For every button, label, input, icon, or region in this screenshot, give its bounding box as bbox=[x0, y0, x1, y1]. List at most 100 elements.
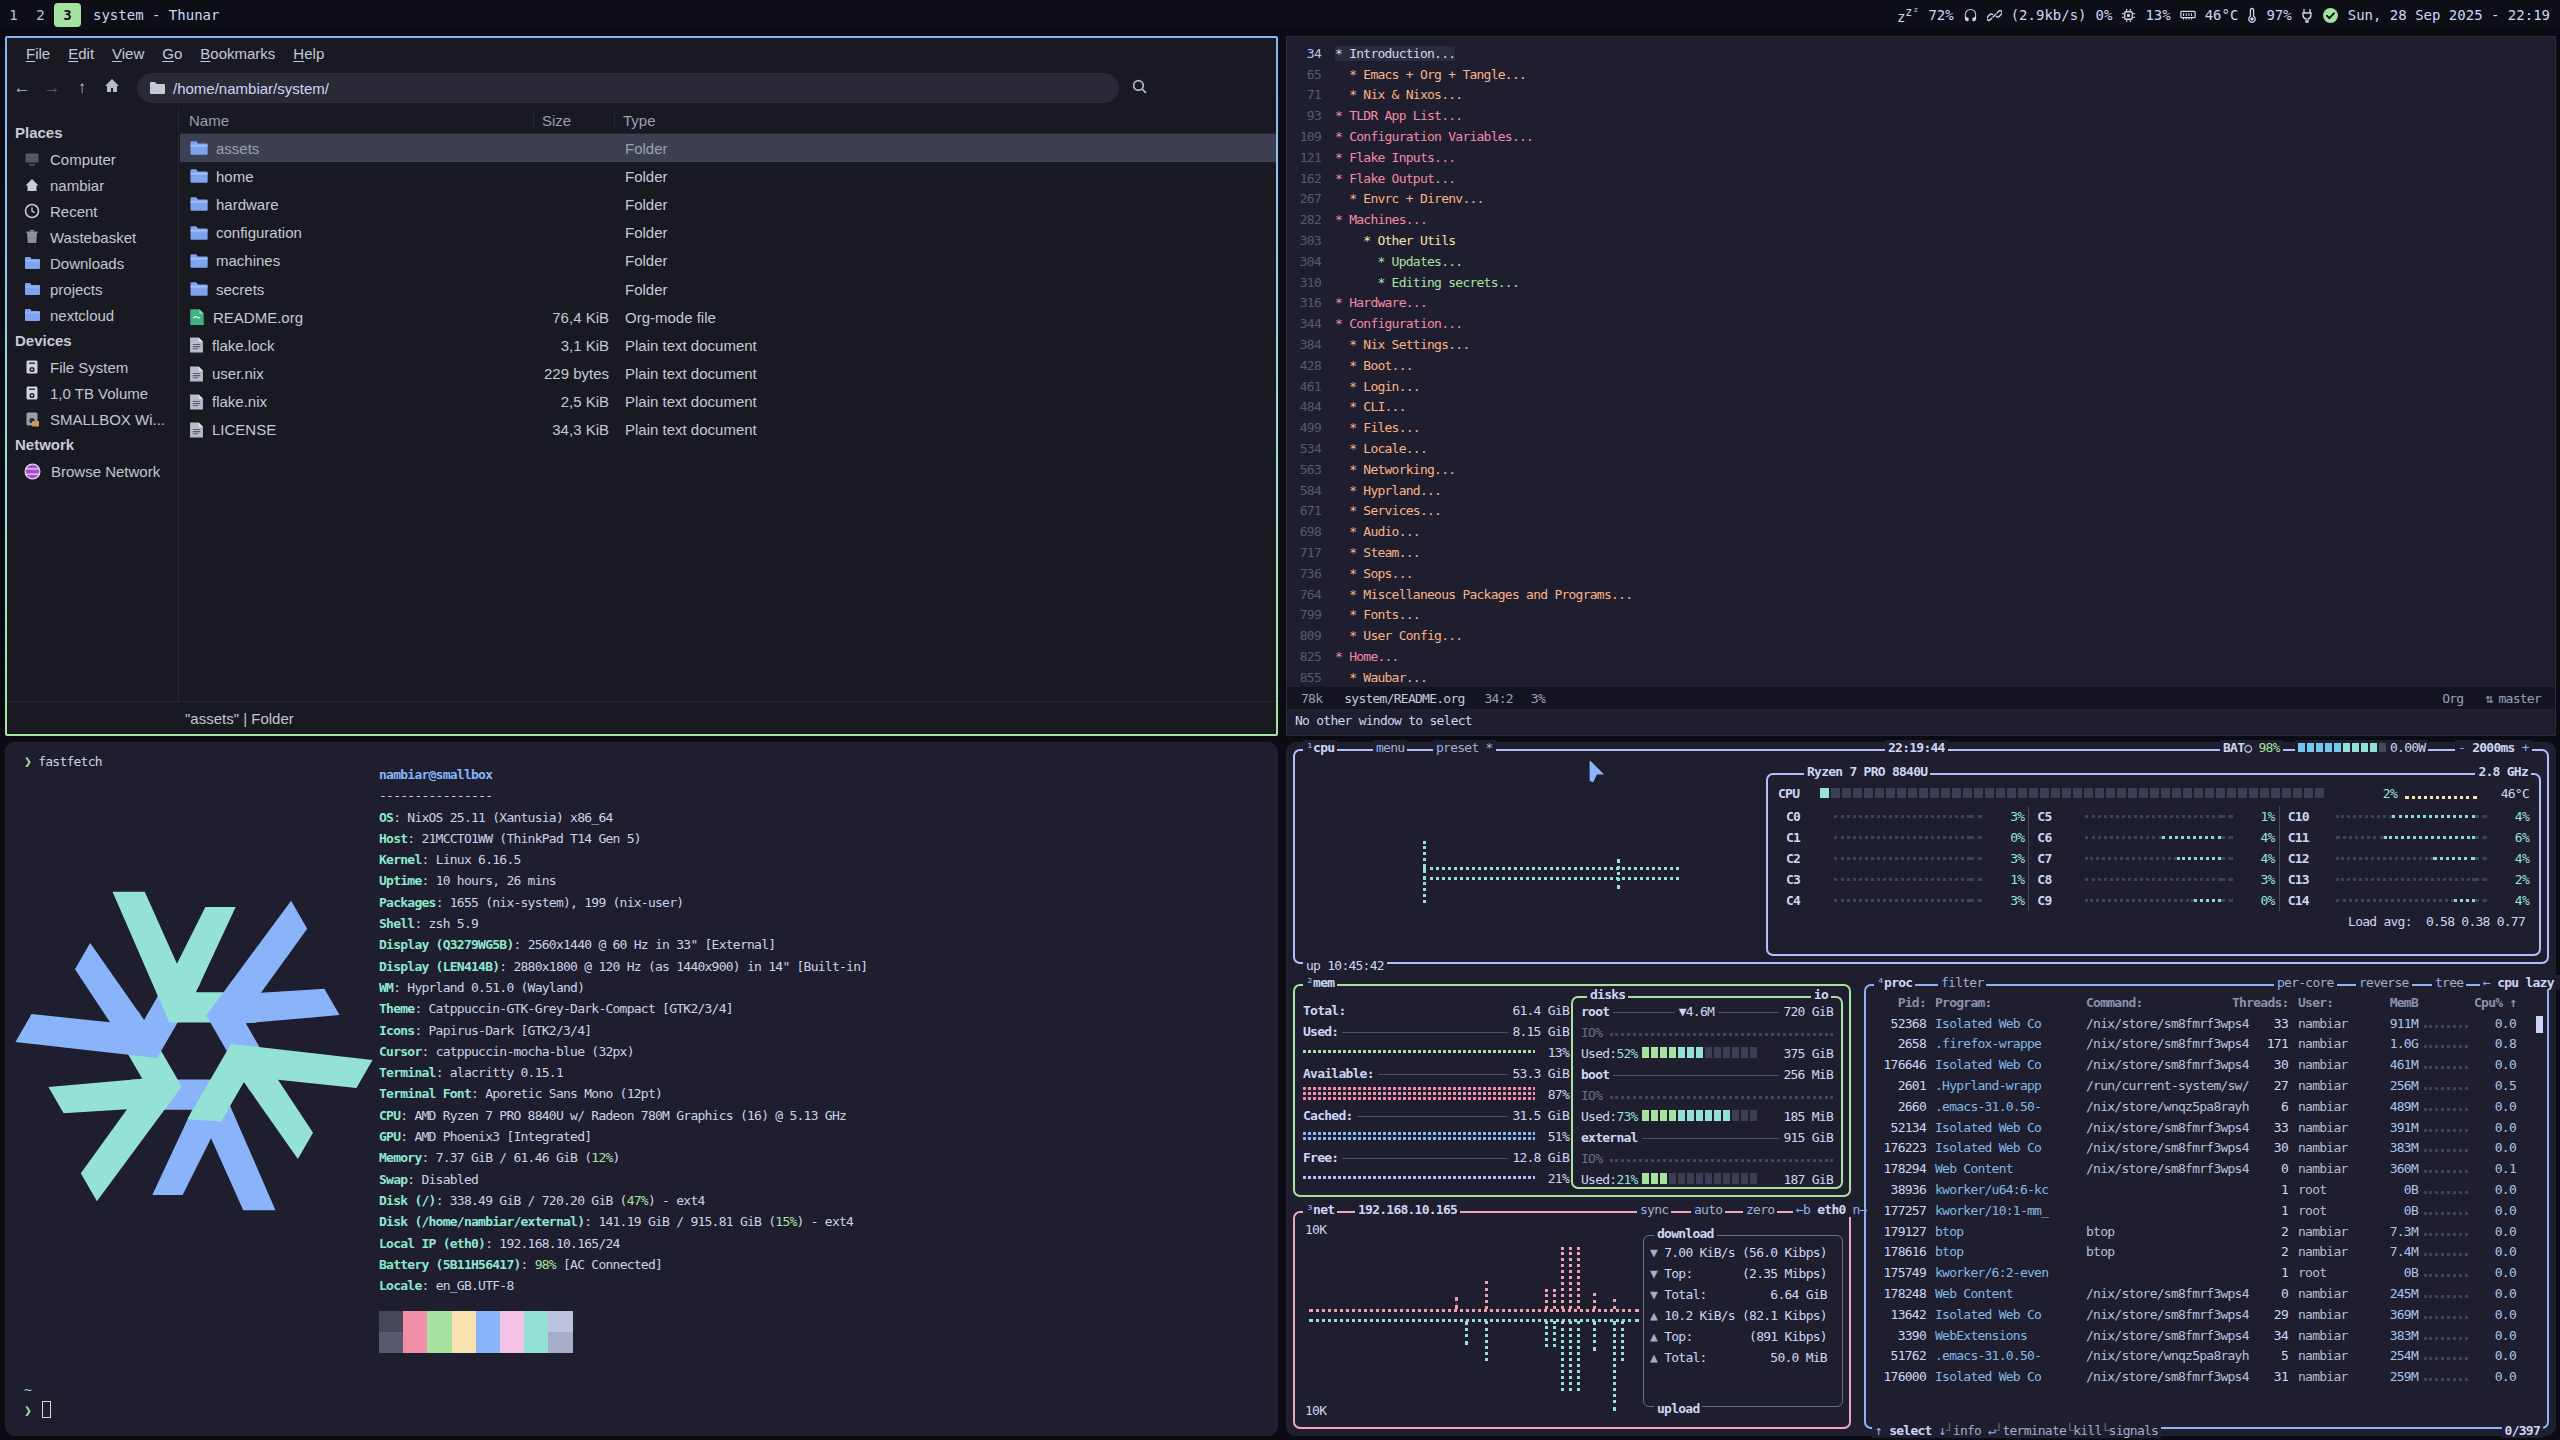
process-row[interactable]: 52368Isolated Web Co/nix/store/sm8fmrf3w… bbox=[1866, 1013, 2547, 1034]
org-heading[interactable]: 484 * CLI... bbox=[1287, 397, 2555, 418]
up-button[interactable]: ↑ bbox=[67, 78, 97, 98]
org-heading[interactable]: 764 * Miscellaneous Packages and Program… bbox=[1287, 584, 2555, 605]
org-heading[interactable]: 384 * Nix Settings... bbox=[1287, 334, 2555, 355]
network-icon[interactable] bbox=[1987, 8, 2002, 23]
menu-go[interactable]: Go bbox=[153, 45, 191, 62]
process-row[interactable]: 2658.firefox-wrappe/nix/store/sm8fmrf3wp… bbox=[1866, 1034, 2547, 1055]
menu-button[interactable]: menu bbox=[1373, 740, 1407, 755]
process-row[interactable]: 51762.emacs-31.0.50-/nix/store/wnqz5pa8r… bbox=[1866, 1346, 2547, 1367]
file-row-secrets[interactable]: secrets Folder bbox=[180, 275, 1276, 303]
workspace-3[interactable]: 3 bbox=[54, 3, 81, 27]
org-heading[interactable]: 282* Machines... bbox=[1287, 209, 2555, 230]
file-row-README.org[interactable]: README.org 76,4 KiBOrg-mode file bbox=[180, 303, 1276, 331]
org-heading[interactable]: 855 * Waubar... bbox=[1287, 667, 2555, 688]
org-heading[interactable]: 267 * Envrc + Direnv... bbox=[1287, 189, 2555, 210]
process-row[interactable]: 176223Isolated Web Co/nix/store/sm8fmrf3… bbox=[1866, 1138, 2547, 1159]
sidebar-item-1-0-tb-volume[interactable]: 1,0 TB Volume bbox=[7, 380, 178, 406]
sidebar-item-computer[interactable]: Computer bbox=[7, 146, 178, 172]
sidebar-item-nambiar[interactable]: nambiar bbox=[7, 172, 178, 198]
org-heading[interactable]: 316* Hardware... bbox=[1287, 293, 2555, 314]
process-row[interactable]: 2601.Hyprland-wrapp/run/current-system/s… bbox=[1866, 1075, 2547, 1096]
process-row[interactable]: 178248Web Content/nix/store/sm8fmrf3wps4… bbox=[1866, 1283, 2547, 1304]
net-auto-button[interactable]: auto bbox=[1691, 1202, 1725, 1217]
btop-window[interactable]: ¹cpu menu preset * 22:19:44 BAT○ 98% 0.0… bbox=[1286, 742, 2556, 1436]
sidebar-item-downloads[interactable]: Downloads bbox=[7, 250, 178, 276]
org-heading[interactable]: 461 * Login... bbox=[1287, 376, 2555, 397]
process-row[interactable]: 176000Isolated Web Co/nix/store/sm8fmrf3… bbox=[1866, 1366, 2547, 1387]
file-row-assets[interactable]: assets Folder bbox=[180, 134, 1276, 162]
menu-bookmarks[interactable]: Bookmarks bbox=[191, 45, 284, 62]
org-heading[interactable]: 65 * Emacs + Org + Tangle... bbox=[1287, 64, 2555, 85]
file-row-flake.nix[interactable]: flake.nix 2,5 KiBPlain text document bbox=[180, 388, 1276, 416]
org-heading[interactable]: 799 * Fonts... bbox=[1287, 605, 2555, 626]
net-sync-button[interactable]: sync bbox=[1637, 1202, 1671, 1217]
forward-button[interactable]: → bbox=[37, 78, 67, 98]
search-icon[interactable] bbox=[1131, 78, 1148, 98]
sidebar-item-wastebasket[interactable]: Wastebasket bbox=[7, 224, 178, 250]
org-heading[interactable]: 671 * Services... bbox=[1287, 501, 2555, 522]
path-bar[interactable]: /home/nambiar/system/ bbox=[137, 73, 1119, 103]
org-heading[interactable]: 303 * Other Utils bbox=[1287, 230, 2555, 251]
per-core-button[interactable]: per-core bbox=[2274, 975, 2337, 990]
process-row[interactable]: 3390WebExtensions/nix/store/sm8fmrf3wps4… bbox=[1866, 1325, 2547, 1346]
org-heading[interactable]: 304 * Updates... bbox=[1287, 251, 2555, 272]
sidebar-item-projects[interactable]: projects bbox=[7, 276, 178, 302]
process-row[interactable]: 175749kworker/6:2-even 1root0B 0.0 bbox=[1866, 1262, 2547, 1283]
volume-value[interactable]: 72% bbox=[1928, 7, 1953, 23]
process-row[interactable]: 179127btopbtop 2nambiar7.3M 0.0 bbox=[1866, 1221, 2547, 1242]
back-button[interactable]: ← bbox=[7, 78, 37, 98]
emacs-buffer[interactable]: 34* Introduction... 65 * Emacs + Org + T… bbox=[1287, 43, 2555, 688]
file-list-header[interactable]: NameSizeType bbox=[180, 108, 1276, 134]
process-row[interactable]: 2660.emacs-31.0.50-/nix/store/wnqz5pa8ra… bbox=[1866, 1096, 2547, 1117]
sidebar-item-file-system[interactable]: File System bbox=[7, 354, 178, 380]
file-row-home[interactable]: home Folder bbox=[180, 162, 1276, 190]
workspace-2[interactable]: 2 bbox=[27, 3, 54, 27]
org-heading[interactable]: 121* Flake Inputs... bbox=[1287, 147, 2555, 168]
org-heading[interactable]: 698 * Audio... bbox=[1287, 521, 2555, 542]
menu-view[interactable]: View bbox=[103, 45, 153, 62]
org-heading[interactable]: 71 * Nix & Nixos... bbox=[1287, 85, 2555, 106]
workspace-1[interactable]: 1 bbox=[0, 3, 27, 27]
org-heading[interactable]: 428 * Boot... bbox=[1287, 355, 2555, 376]
tree-button[interactable]: tree bbox=[2432, 975, 2466, 990]
preset-button[interactable]: preset * bbox=[1433, 740, 1496, 755]
proc-filter-button[interactable]: filter bbox=[1938, 975, 1986, 990]
process-row[interactable]: 177257kworker/10:1-mm_ 1root0B 0.0 bbox=[1866, 1200, 2547, 1221]
menu-help[interactable]: Help bbox=[284, 45, 333, 62]
org-heading[interactable]: 563 * Networking... bbox=[1287, 459, 2555, 480]
process-row[interactable]: 38936kworker/u64:6-kc 1root0B 0.0 bbox=[1866, 1179, 2547, 1200]
org-heading[interactable]: 809 * User Config... bbox=[1287, 625, 2555, 646]
file-row-machines[interactable]: machines Folder bbox=[180, 247, 1276, 275]
process-row[interactable]: 13642Isolated Web Co/nix/store/sm8fmrf3w… bbox=[1866, 1304, 2547, 1325]
org-heading[interactable]: 93* TLDR App List... bbox=[1287, 105, 2555, 126]
process-row[interactable]: 52134Isolated Web Co/nix/store/sm8fmrf3w… bbox=[1866, 1117, 2547, 1138]
sidebar-item-recent[interactable]: Recent bbox=[7, 198, 178, 224]
org-heading[interactable]: 584 * Hyprland... bbox=[1287, 480, 2555, 501]
file-row-flake.lock[interactable]: flake.lock 3,1 KiBPlain text document bbox=[180, 331, 1276, 359]
org-heading[interactable]: 162* Flake Output... bbox=[1287, 168, 2555, 189]
idle-inhibit-icon[interactable]: zzᶻ bbox=[1897, 5, 1919, 25]
clock-date[interactable]: Sun, 28 Sep 2025 - 22:19 bbox=[2348, 7, 2550, 23]
sidebar-item-smallbox-wi-[interactable]: SMALLBOX Wi... bbox=[7, 406, 178, 432]
net-zero-button[interactable]: zero bbox=[1743, 1202, 1777, 1217]
menu-file[interactable]: File bbox=[17, 45, 59, 62]
org-heading[interactable]: 310 * Editing secrets... bbox=[1287, 272, 2555, 293]
org-heading[interactable]: 499 * Files... bbox=[1287, 417, 2555, 438]
org-heading[interactable]: 534 * Locale... bbox=[1287, 438, 2555, 459]
terminal-window[interactable]: ❯ fastfetch nambiar@smallbox------------… bbox=[5, 742, 1278, 1436]
menu-edit[interactable]: Edit bbox=[59, 45, 103, 62]
org-heading[interactable]: 109* Configuration Variables... bbox=[1287, 126, 2555, 147]
file-row-hardware[interactable]: hardware Folder bbox=[180, 190, 1276, 218]
process-row[interactable]: 178294Web Content/nix/store/sm8fmrf3wps4… bbox=[1866, 1158, 2547, 1179]
org-heading[interactable]: 736 * Sops... bbox=[1287, 563, 2555, 584]
org-heading[interactable]: 825* Home... bbox=[1287, 646, 2555, 667]
org-heading[interactable]: 717 * Steam... bbox=[1287, 542, 2555, 563]
reverse-button[interactable]: reverse bbox=[2356, 975, 2412, 990]
sidebar-item-nextcloud[interactable]: nextcloud bbox=[7, 302, 178, 328]
updates-ok-icon[interactable] bbox=[2322, 7, 2339, 24]
file-row-LICENSE[interactable]: LICENSE 34,3 KiBPlain text document bbox=[180, 416, 1276, 444]
org-heading[interactable]: 344* Configuration... bbox=[1287, 313, 2555, 334]
sidebar-item-browse-network[interactable]: Browse Network bbox=[7, 458, 178, 484]
process-row[interactable]: 178616btopbtop 2nambiar7.4M 0.0 bbox=[1866, 1242, 2547, 1263]
home-button[interactable] bbox=[97, 78, 127, 98]
